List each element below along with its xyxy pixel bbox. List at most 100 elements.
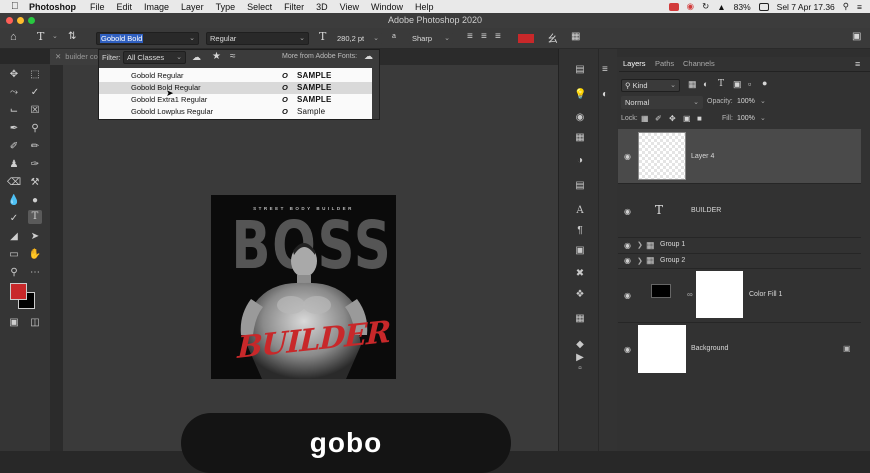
- preset-chevron-icon[interactable]: ⌄: [52, 32, 58, 40]
- minimize-window-icon[interactable]: [17, 17, 24, 24]
- menu-help[interactable]: Help: [415, 2, 434, 12]
- layer-mask-thumbnail[interactable]: [696, 271, 743, 318]
- paint-bucket-tool-icon[interactable]: ⚒: [28, 176, 42, 190]
- swatches-icon[interactable]: ▦: [574, 132, 586, 144]
- artwork-canvas[interactable]: STREET BODY BUILDER BOSS BUILDER: [211, 195, 396, 379]
- font-list-item-selected[interactable]: Gobold Bold Regular O SAMPLE: [99, 82, 372, 94]
- font-class-filter-select[interactable]: All Classes ⌄: [123, 51, 186, 64]
- fill-input[interactable]: 100%: [737, 115, 755, 122]
- marquee-tool-icon[interactable]: ⬚: [28, 68, 42, 82]
- hand-tool-icon[interactable]: ✋: [28, 248, 42, 262]
- menu-window[interactable]: Window: [371, 2, 403, 12]
- history-panel-icon[interactable]: ▤: [574, 64, 586, 76]
- expand-chevron-icon[interactable]: ❯: [637, 257, 643, 265]
- history-brush-tool-icon[interactable]: ✑: [28, 158, 42, 172]
- menu-select[interactable]: Select: [247, 2, 272, 12]
- brushes-icon[interactable]: ✖: [574, 268, 586, 280]
- lock-position-icon[interactable]: ✥: [669, 114, 676, 123]
- layer-name[interactable]: Layer 4: [691, 153, 714, 160]
- adobe-fonts-cloud-icon[interactable]: ☁: [364, 51, 373, 62]
- favorites-filter-icon[interactable]: ★: [212, 51, 221, 62]
- clone-stamp-tool-icon[interactable]: ♟: [7, 158, 21, 172]
- lock-all-icon[interactable]: ■: [697, 114, 702, 123]
- eyedropper-tool-icon[interactable]: ✒: [7, 122, 21, 136]
- font-size-select[interactable]: 280,2 pt ⌄: [333, 32, 383, 45]
- eraser-tool-icon[interactable]: ⌫: [7, 176, 21, 190]
- tab-close-icon[interactable]: ✕: [55, 52, 61, 61]
- cc-icon[interactable]: ◉: [687, 1, 694, 12]
- menu-list-icon[interactable]: ≡: [857, 2, 862, 12]
- rectangle-tool-icon[interactable]: ▭: [7, 248, 21, 262]
- home-icon[interactable]: ⌂: [10, 31, 17, 43]
- lasso-tool-icon[interactable]: ⤳: [7, 86, 21, 100]
- character-icon[interactable]: A: [574, 205, 586, 217]
- sync-icon[interactable]: ↻: [702, 1, 709, 12]
- menu-view[interactable]: View: [340, 2, 359, 12]
- zoom-tool-icon[interactable]: ⚲: [7, 266, 21, 280]
- menu-edit[interactable]: Edit: [117, 2, 133, 12]
- type-tool-preset-icon[interactable]: T: [37, 30, 44, 43]
- align-center-icon[interactable]: ≡: [481, 31, 487, 42]
- close-window-icon[interactable]: [6, 17, 13, 24]
- crop-tool-icon[interactable]: ⌙: [7, 104, 21, 118]
- foreground-color-swatch[interactable]: [10, 283, 27, 300]
- record-icon[interactable]: [668, 2, 679, 11]
- screen-mode-icon[interactable]: ◫: [28, 316, 42, 330]
- lock-artboard-icon[interactable]: ▣: [683, 114, 691, 123]
- clock[interactable]: Sel 7 Apr 17.36: [777, 2, 835, 12]
- expand-chevron-icon[interactable]: ❯: [637, 241, 643, 249]
- filter-toggle-icon[interactable]: ●: [762, 78, 767, 88]
- lock-pixels-icon[interactable]: ✐: [655, 114, 662, 123]
- visibility-eye-icon[interactable]: ◉: [624, 256, 632, 265]
- tools-presets-icon[interactable]: ❖: [574, 289, 586, 301]
- align-right-icon[interactable]: ≡: [495, 31, 501, 42]
- quick-select-tool-icon[interactable]: ✓: [28, 86, 42, 100]
- cloud-filter-icon[interactable]: ☁: [192, 52, 201, 63]
- adjustments-panel-icon[interactable]: ◐: [602, 89, 608, 100]
- move-tool-icon[interactable]: ✥: [7, 68, 21, 82]
- menu-layer[interactable]: Layer: [181, 2, 204, 12]
- blend-mode-select[interactable]: Normal ⌄: [621, 96, 703, 109]
- tab-channels[interactable]: Channels: [683, 57, 715, 71]
- visibility-eye-icon[interactable]: ◉: [624, 345, 632, 354]
- layer-name[interactable]: Group 2: [660, 257, 685, 264]
- notes-icon[interactable]: ▫: [574, 363, 586, 375]
- text-color-swatch[interactable]: [518, 34, 534, 43]
- fill-chevron-icon[interactable]: ⌄: [760, 114, 766, 122]
- font-list-item[interactable]: Gobold Lowplus Regular O Sample: [99, 106, 372, 118]
- visibility-eye-icon[interactable]: ◉: [624, 207, 632, 216]
- opacity-chevron-icon[interactable]: ⌄: [760, 97, 766, 105]
- glyphs-icon[interactable]: ▣: [574, 245, 586, 257]
- filter-pixel-icon[interactable]: ▦: [688, 79, 697, 90]
- character-panel-icon[interactable]: ▦: [571, 31, 580, 42]
- layer-name[interactable]: Group 1: [660, 241, 685, 248]
- paragraph-icon[interactable]: ¶: [574, 225, 586, 237]
- frame-tool-icon[interactable]: ☒: [28, 104, 42, 118]
- filter-adjustment-icon[interactable]: ◐: [703, 79, 708, 89]
- lock-transparency-icon[interactable]: ▦: [641, 114, 649, 123]
- tab-layers[interactable]: Layers: [623, 57, 646, 71]
- layer-name[interactable]: Color Fill 1: [749, 291, 782, 298]
- wifi-icon[interactable]: ▲: [717, 2, 725, 12]
- adjustments-icon[interactable]: ◑: [574, 155, 586, 167]
- layer-name[interactable]: BUILDER: [691, 207, 721, 214]
- antialias-select[interactable]: Sharp ⌄: [408, 32, 454, 45]
- direct-select-tool-icon[interactable]: ➤: [28, 230, 42, 244]
- font-family-input[interactable]: Gobold Bold ⌄: [96, 32, 199, 45]
- blur-tool-icon[interactable]: 💧: [7, 194, 21, 208]
- similar-fonts-icon[interactable]: ≈: [230, 51, 236, 62]
- font-list-item[interactable]: Gobold Regular O SAMPLE: [99, 70, 372, 82]
- filter-shape-icon[interactable]: ▣: [733, 79, 742, 90]
- path-select-tool-icon[interactable]: ◢: [7, 230, 21, 244]
- cube-icon[interactable]: ◆: [574, 339, 586, 351]
- link-icon[interactable]: ∞: [687, 290, 693, 299]
- layer-name[interactable]: Background: [691, 345, 728, 352]
- panel-menu-icon[interactable]: ≡: [855, 59, 860, 69]
- menu-file[interactable]: File: [90, 2, 105, 12]
- more-tools-icon[interactable]: ⋯: [28, 266, 42, 280]
- panel-options-icon[interactable]: ≡: [602, 64, 608, 75]
- lightbulb-icon[interactable]: 💡: [574, 89, 586, 101]
- menu-3d[interactable]: 3D: [316, 2, 328, 12]
- tab-paths[interactable]: Paths: [655, 57, 674, 71]
- battery-icon[interactable]: [758, 2, 769, 11]
